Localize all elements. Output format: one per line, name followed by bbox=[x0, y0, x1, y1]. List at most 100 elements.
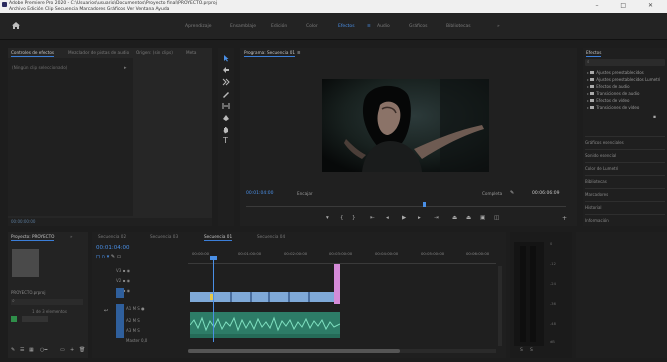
menu-bar[interactable]: Archivo Edición Clip Secuencia Marcadore… bbox=[9, 7, 169, 12]
section-lumetri-color[interactable]: Color de Lumetri bbox=[585, 162, 665, 173]
pen-tool-icon[interactable] bbox=[222, 114, 230, 122]
workspace-edicion[interactable]: Edición bbox=[271, 24, 287, 29]
project-list-item[interactable] bbox=[22, 316, 48, 322]
tab-program[interactable]: Programa: Secuencia 01 bbox=[244, 50, 296, 57]
type-tool-icon[interactable]: T bbox=[223, 136, 228, 145]
comparison-view-icon[interactable]: ◫ bbox=[494, 215, 499, 221]
fit-dropdown[interactable]: Encajar bbox=[297, 191, 313, 196]
new-bin-icon[interactable]: ▪ bbox=[653, 115, 656, 120]
eye-icon[interactable]: ◉ bbox=[127, 288, 131, 293]
source-patch-icon[interactable]: ↩ bbox=[104, 308, 108, 314]
program-timecode[interactable]: 00:01:04:00 bbox=[246, 191, 273, 196]
effects-item[interactable]: ▸ Transiciones de audio bbox=[587, 91, 639, 96]
workspace-menu-icon[interactable]: ≡ bbox=[367, 24, 371, 29]
ripple-edit-tool-icon[interactable] bbox=[222, 78, 230, 86]
video-clip[interactable] bbox=[190, 292, 334, 302]
section-info[interactable]: Información bbox=[585, 214, 665, 225]
go-to-out-icon[interactable]: ⇥ bbox=[434, 215, 439, 221]
workspace-efectos[interactable]: Efectos bbox=[338, 24, 355, 29]
lift-icon[interactable]: ⏏ bbox=[452, 215, 457, 221]
zoom-slider[interactable]: ○━ bbox=[40, 347, 47, 353]
add-marker-icon[interactable]: ▾ bbox=[326, 215, 329, 221]
tab-project[interactable]: Proyecto: PROYECTO bbox=[11, 234, 55, 241]
tab-sequence-03[interactable]: Secuencia 03 bbox=[150, 234, 178, 239]
razor-tool-icon[interactable] bbox=[222, 90, 230, 98]
video-frame[interactable] bbox=[322, 79, 489, 172]
go-to-in-icon[interactable]: ⇤ bbox=[370, 215, 375, 221]
workspace-ensamblaje[interactable]: Ensamblaje bbox=[230, 24, 256, 29]
effects-item[interactable]: ▸ Transiciones de vídeo bbox=[587, 105, 639, 110]
window-controls[interactable]: – □ ✕ bbox=[595, 2, 663, 9]
solo-button[interactable]: S bbox=[137, 328, 140, 333]
mute-button[interactable]: M bbox=[133, 328, 136, 333]
track-header-a1[interactable]: A1 M S ● bbox=[126, 306, 176, 314]
workspace-more-button[interactable]: » bbox=[497, 24, 500, 29]
track-header-master[interactable]: Master 0,0 bbox=[126, 338, 176, 344]
button-editor-icon[interactable]: + bbox=[562, 215, 567, 222]
captions-icon[interactable]: ▭ bbox=[117, 254, 122, 260]
panel-expand-icon[interactable]: ▸ bbox=[124, 65, 127, 71]
tab-sequence-04[interactable]: Secuencia 04 bbox=[257, 234, 285, 239]
effects-item[interactable]: ▸ Efectos de audio bbox=[587, 84, 630, 89]
list-view-icon[interactable]: ☰ bbox=[20, 347, 24, 353]
track-select-tool-icon[interactable] bbox=[222, 66, 230, 74]
lock-icon[interactable]: ▪ bbox=[123, 278, 126, 283]
slip-tool-icon[interactable] bbox=[222, 102, 230, 110]
mic-icon[interactable]: ● bbox=[141, 306, 145, 311]
track-header-a3[interactable]: A3 M S bbox=[126, 328, 176, 336]
workspace-color[interactable]: Color bbox=[306, 24, 318, 29]
program-playhead[interactable] bbox=[423, 202, 426, 207]
section-history[interactable]: Historial bbox=[585, 201, 665, 212]
section-markers[interactable]: Marcadores bbox=[585, 188, 665, 199]
wrench-icon[interactable]: ✎ bbox=[510, 190, 514, 196]
workspace-graficos[interactable]: Gráficos bbox=[409, 24, 428, 29]
project-tab-more[interactable]: » bbox=[70, 234, 73, 239]
pink-clip[interactable] bbox=[334, 264, 340, 304]
effects-item[interactable]: ▸ Ajustes preestablecidos bbox=[587, 70, 644, 75]
project-thumbnail[interactable] bbox=[12, 249, 39, 277]
timeline-vertical-scrollbar[interactable] bbox=[498, 266, 502, 346]
icon-view-icon[interactable]: ▦ bbox=[29, 347, 34, 353]
track-header-v1[interactable]: V1 ▪ ◉ bbox=[116, 288, 174, 296]
lock-icon[interactable]: ▪ bbox=[123, 268, 126, 273]
solo-right-button[interactable]: S bbox=[530, 348, 533, 353]
export-frame-icon[interactable]: ▣ bbox=[480, 215, 485, 221]
selection-tool-icon[interactable] bbox=[222, 54, 230, 62]
timeline-timecode[interactable]: 00:01:04:00 bbox=[96, 245, 130, 251]
v1-target-toggle[interactable] bbox=[116, 288, 124, 298]
tab-metadata[interactable]: Meta bbox=[186, 50, 196, 55]
timeline-scroll-thumb[interactable] bbox=[188, 349, 400, 353]
step-forward-icon[interactable]: ▸ bbox=[418, 215, 421, 221]
eye-icon[interactable]: ◉ bbox=[127, 278, 131, 283]
effects-item[interactable]: ▸ Ajustes preestablecidos Lumetri bbox=[587, 77, 660, 82]
a1-target-toggle[interactable] bbox=[116, 304, 124, 338]
play-icon[interactable]: ▶ bbox=[402, 215, 406, 221]
eye-icon[interactable]: ◉ bbox=[127, 268, 131, 273]
track-header-v2[interactable]: V2 ▪ ◉ bbox=[116, 278, 174, 286]
workspace-bibliotecas[interactable]: Bibliotecas bbox=[446, 24, 471, 29]
solo-button[interactable]: S bbox=[137, 306, 140, 311]
program-scrub-bar[interactable] bbox=[246, 206, 566, 207]
new-bin-icon[interactable]: ▭ bbox=[60, 347, 65, 353]
section-essential-sound[interactable]: Sonido esencial bbox=[585, 149, 665, 160]
extract-icon[interactable]: ⏏ bbox=[466, 215, 471, 221]
solo-button[interactable]: S bbox=[137, 318, 140, 323]
project-search-input[interactable]: ⌕ bbox=[11, 298, 83, 305]
track-header-a2[interactable]: A2 M S bbox=[126, 318, 176, 326]
tab-sequence-02[interactable]: Secuencia 02 bbox=[98, 234, 126, 239]
mute-button[interactable]: M bbox=[133, 318, 136, 323]
timeline-playhead[interactable] bbox=[213, 258, 214, 342]
tab-audio-track-mixer[interactable]: Mezclador de pistas de audio bbox=[68, 50, 129, 55]
step-back-icon[interactable]: ◂ bbox=[386, 215, 389, 221]
workspace-audio[interactable]: Audio bbox=[377, 24, 390, 29]
section-libraries[interactable]: Bibliotecas bbox=[585, 175, 665, 186]
solo-left-button[interactable]: S bbox=[520, 348, 523, 353]
hand-tool-icon[interactable] bbox=[222, 126, 230, 134]
workspace-aprendizaje[interactable]: Aprendizaje bbox=[185, 24, 212, 29]
mute-button[interactable]: M bbox=[133, 306, 136, 311]
program-tab-menu-icon[interactable]: ≡ bbox=[297, 50, 301, 55]
home-icon[interactable] bbox=[12, 22, 20, 29]
tab-effect-controls[interactable]: Controles de efectos bbox=[11, 50, 55, 57]
effects-search-input[interactable]: ⌕ bbox=[585, 59, 665, 66]
write-icon[interactable]: ✎ bbox=[11, 347, 15, 353]
